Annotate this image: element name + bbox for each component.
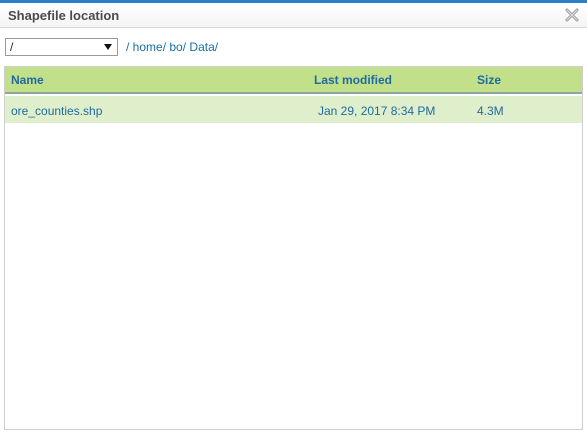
column-header-name[interactable]: Name (11, 73, 44, 87)
shapefile-dialog: Shapefile location / / home/ bo/ Data/ N… (0, 0, 587, 431)
column-header-last-modified[interactable]: Last modified (314, 73, 392, 87)
file-last-modified: Jan 29, 2017 8:34 PM (318, 104, 436, 118)
dialog-title: Shapefile location (8, 8, 120, 23)
close-icon[interactable] (563, 6, 581, 24)
breadcrumb-data[interactable]: Data/ (189, 40, 218, 54)
root-path-select-value: / (10, 40, 14, 54)
column-header-size[interactable]: Size (477, 73, 501, 87)
root-path-select[interactable]: / (5, 38, 118, 56)
file-row[interactable]: ore_counties.shp Jan 29, 2017 8:34 PM 4.… (5, 96, 582, 123)
breadcrumb-root[interactable]: / (126, 40, 133, 54)
dialog-titlebar: Shapefile location (0, 3, 587, 28)
file-list: Name Last modified Size ore_counties.shp… (4, 66, 583, 430)
file-name: ore_counties.shp (11, 104, 103, 118)
breadcrumb: / home/ bo/ Data/ (126, 40, 218, 54)
breadcrumb-home[interactable]: home/ (133, 40, 166, 54)
chevron-down-icon (104, 44, 112, 50)
file-size: 4.3M (477, 104, 504, 118)
file-list-header: Name Last modified Size (5, 67, 582, 94)
breadcrumb-bo[interactable]: bo/ (169, 40, 186, 54)
